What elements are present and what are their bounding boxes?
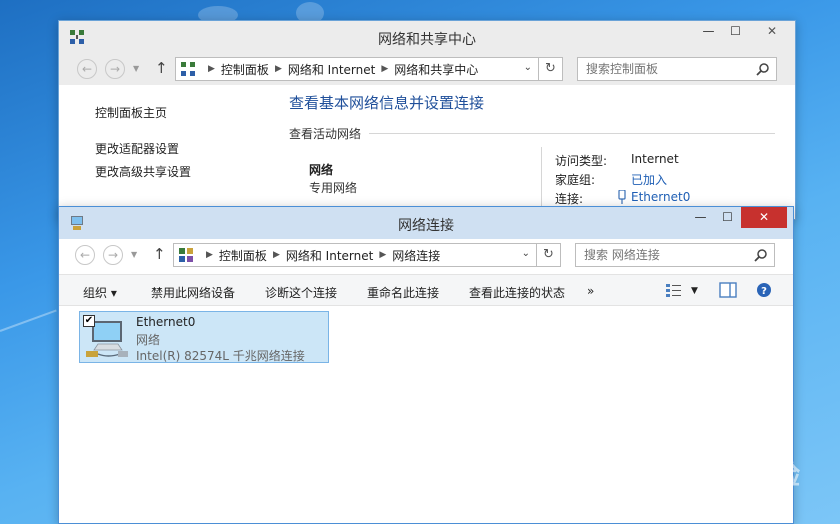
change-adapter-settings-link[interactable]: 更改适配器设置 (95, 140, 179, 157)
control-panel-icon (181, 62, 195, 76)
address-bar[interactable]: ▶ 控制面板 ▶ 网络和 Internet ▶ 网络和共享中心 ⌄ (175, 57, 539, 81)
chevron-down-icon[interactable]: ⌄ (522, 248, 530, 259)
refresh-button[interactable]: ↻ (537, 243, 561, 267)
command-bar: 组织 ▾ 禁用此网络设备 诊断这个连接 重命名此连接 查看此连接的状态 » ▼ … (59, 274, 793, 306)
window-title: 网络和共享中心 (378, 32, 476, 48)
recent-pages-dropdown[interactable]: ▼ (133, 64, 139, 73)
svg-text:?: ? (761, 286, 767, 297)
view-options-dropdown[interactable]: ▼ (691, 286, 698, 296)
chevron-right-icon: ▶ (274, 64, 282, 74)
close-button[interactable]: ✕ (749, 21, 795, 42)
adapter-description: Intel(R) 82574L 千兆网络连接 (136, 349, 305, 363)
organize-menu[interactable]: 组织 ▾ (83, 284, 117, 301)
window-controls: — ☐ ✕ (695, 21, 795, 42)
search-input[interactable] (578, 58, 776, 80)
page-title: 查看基本网络信息并设置连接 (289, 94, 485, 112)
navigation-bar: ← → ▼ ↑ ▶ 控制面板 ▶ 网络和 Internet ▶ 网络连接 ⌄ ↻ (59, 239, 793, 271)
access-type-value: Internet (631, 152, 679, 166)
svg-text:Bai: Bai (656, 458, 706, 490)
breadcrumb-item[interactable]: 控制面板 (219, 247, 267, 264)
active-networks-heading: 查看活动网络 (289, 127, 362, 141)
baidu-logo: Bai 经验 (656, 458, 800, 490)
more-commands-button[interactable]: » (587, 284, 594, 298)
recent-pages-dropdown[interactable]: ▼ (131, 250, 137, 259)
minimize-button[interactable]: — (687, 207, 714, 228)
refresh-button[interactable]: ↻ (539, 57, 563, 81)
network-connections-icon (179, 248, 193, 262)
forward-button[interactable]: → (105, 59, 125, 79)
chevron-right-icon: ▶ (206, 250, 213, 260)
divider (369, 133, 775, 134)
preview-pane-icon[interactable] (719, 282, 737, 298)
back-button[interactable]: ← (75, 245, 95, 265)
watermark-url: jingyan.baidu.com (675, 490, 787, 504)
title-bar[interactable]: 网络连接 — ☐ ✕ (59, 207, 793, 239)
search-box[interactable] (575, 243, 775, 267)
breadcrumb-item[interactable]: 网络和 Internet (288, 61, 375, 78)
chevron-down-icon[interactable]: ⌄ (524, 62, 532, 73)
homegroup-link[interactable]: 已加入 (631, 171, 667, 188)
disable-device-button[interactable]: 禁用此网络设备 (151, 284, 235, 301)
ethernet0-connection-item[interactable]: ✔ Ethernet0 网络 Intel(R) 82574L 千兆网络连接 (79, 311, 329, 363)
search-icon[interactable] (756, 62, 770, 76)
connection-label: 连接: (555, 192, 584, 206)
chevron-right-icon: ▶ (208, 64, 215, 74)
forward-button[interactable]: → (103, 245, 123, 265)
search-icon[interactable] (754, 248, 768, 262)
help-icon[interactable]: ? (755, 282, 773, 298)
chevron-right-icon: ▶ (379, 250, 387, 260)
window-controls: — ☐ ✕ (687, 207, 787, 228)
chevron-right-icon: ▶ (381, 64, 389, 74)
access-type-label: 访问类型: (555, 154, 608, 168)
up-button[interactable]: ↑ (155, 59, 168, 77)
change-view-icon[interactable] (665, 282, 683, 298)
ethernet-connection-link[interactable]: Ethernet0 (631, 190, 690, 204)
network-sharing-center-window: 网络和共享中心 — ☐ ✕ ← → ▼ ↑ ▶ 控制面板 ▶ 网络和 Inter… (58, 20, 796, 220)
change-advanced-sharing-link[interactable]: 更改高级共享设置 (95, 163, 191, 180)
breadcrumb-item[interactable]: 网络和 Internet (286, 247, 373, 264)
view-status-button[interactable]: 查看此连接的状态 (469, 284, 565, 301)
network-name: 网络 (309, 163, 334, 177)
breadcrumb-item[interactable]: 网络连接 (392, 247, 440, 264)
svg-text:经验: 经验 (748, 460, 800, 490)
connection-network: 网络 (136, 333, 161, 347)
desktop-decoration (0, 309, 57, 332)
breadcrumb-item[interactable]: 控制面板 (221, 61, 269, 78)
window-title: 网络连接 (398, 218, 454, 234)
search-input[interactable] (576, 244, 774, 266)
minimize-button[interactable]: — (695, 21, 722, 42)
search-box[interactable] (577, 57, 777, 81)
ethernet-icon (618, 190, 626, 204)
rename-connection-button[interactable]: 重命名此连接 (367, 284, 439, 301)
chevron-right-icon: ▶ (272, 250, 280, 260)
baidu-jingyan-watermark: Bai 经验 jingyan.baidu.com (656, 456, 806, 504)
back-button[interactable]: ← (77, 59, 97, 79)
divider (541, 147, 542, 207)
maximize-button[interactable]: ☐ (722, 21, 749, 42)
breadcrumb-item[interactable]: 网络和共享中心 (394, 61, 478, 78)
close-button[interactable]: ✕ (741, 207, 787, 228)
diagnose-connection-button[interactable]: 诊断这个连接 (265, 284, 337, 301)
connection-name: Ethernet0 (136, 315, 196, 329)
control-panel-home-link[interactable]: 控制面板主页 (95, 104, 167, 121)
selection-checkbox[interactable]: ✔ (83, 315, 95, 327)
address-bar[interactable]: ▶ 控制面板 ▶ 网络和 Internet ▶ 网络连接 ⌄ (173, 243, 537, 267)
maximize-button[interactable]: ☐ (714, 207, 741, 228)
title-bar[interactable]: 网络和共享中心 — ☐ ✕ (59, 21, 795, 53)
up-button[interactable]: ↑ (153, 245, 166, 263)
navigation-bar: ← → ▼ ↑ ▶ 控制面板 ▶ 网络和 Internet ▶ 网络和共享中心 … (59, 53, 795, 85)
homegroup-label: 家庭组: (555, 173, 596, 187)
network-type-link[interactable]: 专用网络 (309, 179, 357, 196)
